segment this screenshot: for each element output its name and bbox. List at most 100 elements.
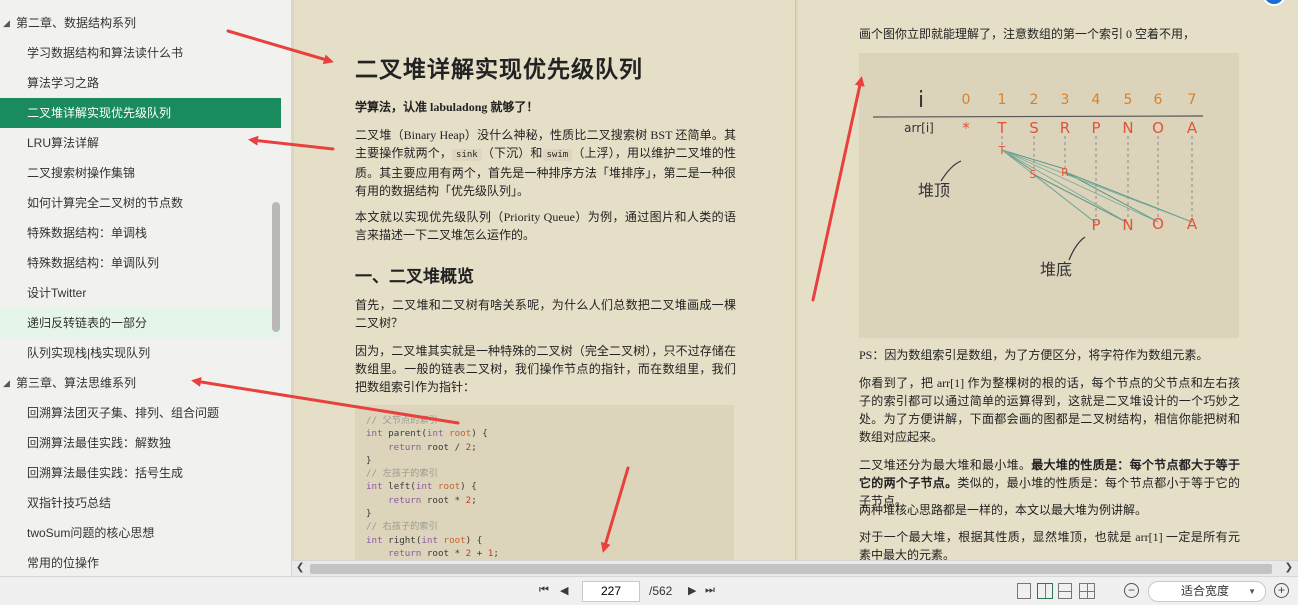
outline-chapter[interactable]: ◢ 第二章、数据结构系列 bbox=[0, 8, 281, 38]
outline-item-label: 回溯算法团灭子集、排列、组合问题 bbox=[27, 406, 220, 420]
next-page-icon[interactable]: ▶ bbox=[688, 584, 696, 597]
single-page-view-icon[interactable] bbox=[1017, 583, 1031, 599]
expand-toggle-icon[interactable]: ◢ bbox=[3, 8, 10, 38]
paragraph-2: 本文就以实现优先级队列（Priority Queue）为例，通过图片和人类的语言… bbox=[355, 210, 736, 242]
last-page-icon[interactable]: ⏭ bbox=[705, 584, 715, 597]
outline-sidebar: 常用的位操作 twoSum问题的核心思想 双指针技巧总结 回溯算法最佳实践：括号生成回… bbox=[0, 0, 292, 576]
expand-toggle-icon[interactable]: ◢ bbox=[3, 368, 10, 398]
outline-item[interactable]: 学习数据结构和算法读什么书 bbox=[0, 38, 281, 68]
outline-item-label: 二叉搜索树操作集锦 bbox=[27, 166, 136, 180]
outline-item-label: 队列实现栈|栈实现队列 bbox=[27, 346, 151, 360]
paragraph-r1: 你看到了，把 arr[1] 作为整棵树的根的话，每个节点的父节点和左右孩子的索引… bbox=[859, 376, 1240, 444]
outline-item[interactable]: 二叉搜索树操作集锦 bbox=[0, 158, 281, 188]
outline-item[interactable]: 常用的位操作 bbox=[0, 548, 281, 576]
figure-intro-text: 画个图你立即就能理解了，注意数组的第一个索引 0 空着不用， bbox=[859, 27, 1196, 41]
outline-item[interactable]: 回溯算法团灭子集、排列、组合问题 bbox=[0, 398, 281, 428]
two-page-view-icon[interactable] bbox=[1037, 583, 1053, 599]
figure-array-value: * bbox=[962, 119, 970, 137]
figure-index-label: 1 bbox=[998, 92, 1007, 108]
code-block: // 父节点的索引 int parent(int root) { return … bbox=[355, 405, 734, 560]
scroll-thumb[interactable] bbox=[310, 564, 1272, 574]
figure-tree-node: T bbox=[998, 144, 1006, 157]
figure-array-value: A bbox=[1187, 119, 1198, 137]
outline-item-label: 二叉堆详解实现优先级队列 bbox=[27, 106, 172, 120]
outline-item[interactable]: 算法学习之路 bbox=[0, 68, 281, 98]
outline-item[interactable]: 如何计算完全二叉树的节点数 bbox=[0, 188, 281, 218]
outline-item-label: 双指针技巧总结 bbox=[27, 496, 112, 510]
figure-index-label: 2 bbox=[1030, 92, 1039, 108]
figure-tree-node: N bbox=[1122, 216, 1133, 234]
continuous-view-icon[interactable] bbox=[1058, 583, 1072, 599]
paragraph-r3: 两种堆核心思路都是一样的，本文以最大堆为例讲解。 bbox=[859, 503, 1148, 517]
outline-item[interactable]: LRU算法详解 bbox=[0, 128, 281, 158]
scroll-right-icon[interactable]: ❯ bbox=[1285, 562, 1293, 573]
outline-item-label: 回溯算法最佳实践：解数独 bbox=[27, 436, 172, 450]
figure-bottom-label: 堆底 bbox=[1040, 260, 1072, 279]
outline-item-label: 算法学习之路 bbox=[27, 76, 100, 90]
figure-array-value: T bbox=[996, 119, 1007, 137]
outline-item-label: 第二章、数据结构系列 bbox=[16, 16, 137, 30]
ps-note: PS：因为数组索引是数组，为了方便区分，将字符作为数组元素。 bbox=[859, 348, 1209, 362]
section-heading: 一、二叉堆概览 bbox=[355, 267, 474, 287]
figure-tree-node: R bbox=[1061, 166, 1069, 179]
outline-item[interactable]: 特殊数据结构：单调队列 bbox=[0, 248, 281, 278]
outline-item[interactable]: 特殊数据结构：单调栈 bbox=[0, 218, 281, 248]
outline-item[interactable]: 递归反转链表的一部分 bbox=[0, 308, 281, 338]
outline-item[interactable]: 二叉堆详解实现优先级队列 bbox=[0, 98, 281, 128]
outline-item[interactable]: twoSum问题的核心思想 bbox=[0, 518, 281, 548]
outline-item-label: 回溯算法最佳实践：括号生成 bbox=[27, 466, 184, 480]
paragraph-4: 因为，二叉堆其实就是一种特殊的二叉树（完全二叉树），只不过存储在数组里。一般的链… bbox=[355, 344, 736, 394]
code-sink: sink bbox=[452, 149, 482, 161]
figure-tree-edge bbox=[1001, 149, 1193, 223]
heap-array-diagram: i 0 1 2 3 4 5 6 7 arr[i] * T S R P N O A T S R P N O A 堆顶堆底 bbox=[872, 88, 1204, 279]
zoom-mode-select[interactable]: 适合宽度 ▼ bbox=[1148, 581, 1266, 602]
zoom-in-icon[interactable]: + bbox=[1274, 583, 1289, 598]
figure-index-label: 5 bbox=[1124, 92, 1133, 108]
figure-index-label: 3 bbox=[1061, 92, 1070, 108]
figure-top-label: 堆顶 bbox=[918, 181, 950, 200]
outline-item-label: 特殊数据结构：单调队列 bbox=[27, 256, 160, 270]
page-title: 二叉堆详解实现优先级队列 bbox=[355, 56, 643, 83]
continuous-two-page-view-icon[interactable] bbox=[1079, 583, 1095, 599]
figure-array-value: R bbox=[1060, 119, 1070, 137]
figure-index-label: 7 bbox=[1188, 92, 1197, 108]
figure-bottom-arrow bbox=[1068, 236, 1086, 261]
figure-i-label: i bbox=[918, 88, 924, 113]
figure-tree-edge bbox=[1001, 149, 1159, 223]
first-page-icon[interactable]: ⏮ bbox=[539, 584, 549, 597]
outline-item-label: twoSum问题的核心思想 bbox=[27, 526, 155, 540]
outline-item[interactable]: 设计Twitter bbox=[0, 278, 281, 308]
figure-array-value: P bbox=[1091, 119, 1100, 137]
chevron-down-icon: ▼ bbox=[1248, 587, 1256, 596]
code-swim: swim bbox=[542, 149, 573, 161]
figure-tree-node: P bbox=[1091, 216, 1100, 234]
intro-paragraph: 二叉堆（Binary Heap）没什么神秘，性质比二叉搜索树 BST 还简单。其… bbox=[355, 128, 736, 198]
figure-index-label: 0 bbox=[962, 92, 971, 108]
outline-item[interactable]: 双指针技巧总结 bbox=[0, 488, 281, 518]
figure-array-value: O bbox=[1152, 119, 1164, 137]
figure-tree-node: A bbox=[1187, 215, 1198, 233]
outline-item-label: 设计Twitter bbox=[27, 286, 87, 300]
slogan-text: 学算法，认准 labuladong 就够了！ bbox=[355, 100, 539, 114]
prev-page-icon[interactable]: ◀ bbox=[560, 584, 568, 597]
figure-tree-node: O bbox=[1152, 215, 1164, 233]
scroll-left-icon[interactable]: ❮ bbox=[296, 562, 304, 573]
zoom-out-icon[interactable]: − bbox=[1124, 583, 1139, 598]
outline-item-label: 递归反转链表的一部分 bbox=[27, 316, 148, 330]
paragraph-3: 首先，二叉堆和二叉树有啥关系呢，为什么人们总数把二叉堆画成一棵二叉树？ bbox=[355, 298, 736, 330]
outline-item[interactable]: 回溯算法最佳实践：解数独 bbox=[0, 428, 281, 458]
figure-array-value: S bbox=[1029, 119, 1039, 137]
horizontal-scrollbar[interactable]: ❮ ❯ bbox=[292, 560, 1298, 576]
outline-item-label: 常用的位操作 bbox=[27, 556, 100, 570]
figure-tree-node: S bbox=[1030, 168, 1037, 181]
outline-item[interactable]: 队列实现栈|栈实现队列 bbox=[0, 338, 281, 368]
outline-chapter[interactable]: ◢ 第三章、算法思维系列 bbox=[0, 368, 281, 398]
page-left: 二叉堆详解实现优先级队列 学算法，认准 labuladong 就够了！ 二叉堆（… bbox=[294, 0, 796, 560]
outline-item-label: 特殊数据结构：单调栈 bbox=[27, 226, 148, 240]
sidebar-scrollbar[interactable] bbox=[272, 202, 280, 332]
outline-item-label: 第三章、算法思维系列 bbox=[16, 376, 137, 390]
outline-item[interactable]: 回溯算法最佳实践：括号生成 bbox=[0, 458, 281, 488]
outline-item-label: 学习数据结构和算法读什么书 bbox=[27, 46, 184, 60]
figure-arr-label: arr[i] bbox=[904, 121, 934, 135]
page-number-input[interactable]: 227 bbox=[582, 581, 640, 602]
